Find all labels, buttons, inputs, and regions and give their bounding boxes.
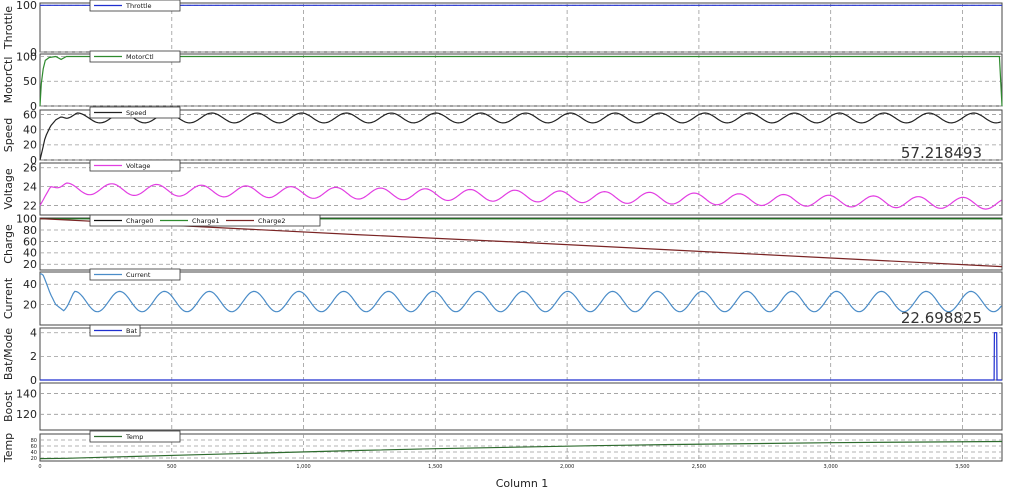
y-tick-label: 80 (23, 224, 37, 237)
x-tick-label: 2,000 (560, 464, 574, 470)
plot-area (39, 327, 1003, 381)
panel-voltage: 22 24 26 Voltage Voltage (2, 159, 1003, 216)
y-tick-label: 120 (16, 408, 37, 421)
y-axis-label: Current (2, 277, 15, 319)
y-tick-label: 40 (31, 450, 37, 456)
panel-bat-mode: 0 2 4 Bat/Mode Bat (2, 324, 1003, 387)
panel-charge: 20406080100Charge Charge0 Charge1 Charge2 (2, 212, 1003, 271)
y-tick-label: 0 (30, 374, 37, 387)
plot-area (39, 382, 1003, 431)
y-tick-label: 20 (31, 456, 37, 462)
y-axis-label: Speed (2, 118, 15, 152)
plot-area (39, 271, 1003, 326)
panel-temp: 20406080 Temp Temp (2, 430, 1003, 463)
panel-boost: 120 140Boost (2, 382, 1003, 431)
y-axis-label: Bat/Mode (2, 328, 15, 381)
legend-label: Charge2 (258, 217, 285, 225)
legend-label: Bat (126, 327, 137, 335)
legend: Bat (89, 324, 141, 337)
multi-panel-chart: 0100Throttle Throttle050100MotorCtl MotorC… (2, 0, 1003, 490)
legend: Current (89, 268, 181, 281)
y-tick-label: 40 (23, 124, 37, 137)
x-axis: 0 500 1,000 1,500 2,000 2,500 3,000 3,500 (38, 464, 969, 470)
legend-label: Speed (126, 109, 146, 117)
y-tick-label: 22 (23, 199, 37, 212)
y-tick-label: 24 (23, 180, 37, 193)
legend: Throttle (89, 0, 181, 12)
legend-label: Throttle (125, 2, 152, 10)
legend-label: Temp (125, 433, 143, 441)
plot-area (39, 162, 1003, 216)
legend-label: Charge0 (126, 217, 153, 225)
x-tick-label: 500 (167, 464, 177, 470)
y-tick-label: 140 (16, 387, 37, 400)
y-tick-label: 100 (16, 212, 37, 225)
legend: Charge0 Charge1 Charge2 (89, 214, 321, 227)
y-axis-label: Charge (2, 224, 15, 264)
plot-area (39, 109, 1003, 161)
y-tick-label: 60 (31, 444, 37, 450)
legend: Speed (89, 106, 181, 119)
value-readout: 22.698825 (901, 309, 982, 327)
plot-area (39, 53, 1003, 107)
x-tick-label: 1,500 (428, 464, 442, 470)
legend: Voltage (89, 159, 181, 172)
y-axis-label: Throttle (2, 6, 15, 50)
y-tick-label: 26 (23, 162, 37, 175)
y-tick-label: 40 (23, 278, 37, 291)
legend: Temp (89, 430, 181, 443)
y-tick-label: 4 (30, 327, 37, 340)
panel-speed: 0204060SpeedSpeed57.218493 (2, 106, 1003, 167)
y-tick-label: 20 (23, 298, 37, 311)
y-tick-label: 2 (30, 350, 37, 363)
y-axis-label: Voltage (2, 168, 15, 209)
legend-label: Current (126, 271, 151, 279)
y-tick-label: 80 (31, 438, 37, 444)
y-axis-label: Boost (2, 390, 15, 422)
legend: MotorCtl (89, 50, 181, 63)
y-tick-label: 100 (16, 50, 37, 63)
y-tick-label: 100 (16, 0, 37, 12)
plot-area (39, 2, 1003, 53)
x-tick-label: 3,000 (824, 464, 838, 470)
x-tick-label: 2,500 (692, 464, 706, 470)
y-tick-label: 50 (23, 75, 37, 88)
y-tick-label: 20 (23, 258, 37, 271)
panel-current: 20 40 Current Current 22.698825 (2, 268, 1003, 327)
legend-label: Voltage (126, 162, 150, 170)
y-axis-label: MotorCtl (2, 57, 15, 104)
y-tick-label: 40 (23, 247, 37, 260)
panel-motorctl: 050100MotorCtl MotorCtl (2, 50, 1003, 113)
value-readout: 57.218493 (901, 144, 982, 162)
legend-label: Charge1 (192, 217, 219, 225)
panels-layer: 0100Throttle Throttle050100MotorCtl MotorC… (2, 0, 1003, 470)
panel-throttle: 0100Throttle Throttle (2, 0, 1003, 59)
legend-label: MotorCtl (126, 53, 154, 61)
y-axis-label: Temp (2, 433, 15, 463)
x-tick-label: 0 (38, 464, 41, 470)
x-tick-label: 3,500 (955, 464, 969, 470)
y-tick-label: 20 (23, 139, 37, 152)
x-axis-label: Column 1 (496, 477, 549, 490)
y-tick-label: 60 (23, 235, 37, 248)
y-tick-label: 60 (23, 108, 37, 121)
x-tick-label: 1,000 (296, 464, 310, 470)
